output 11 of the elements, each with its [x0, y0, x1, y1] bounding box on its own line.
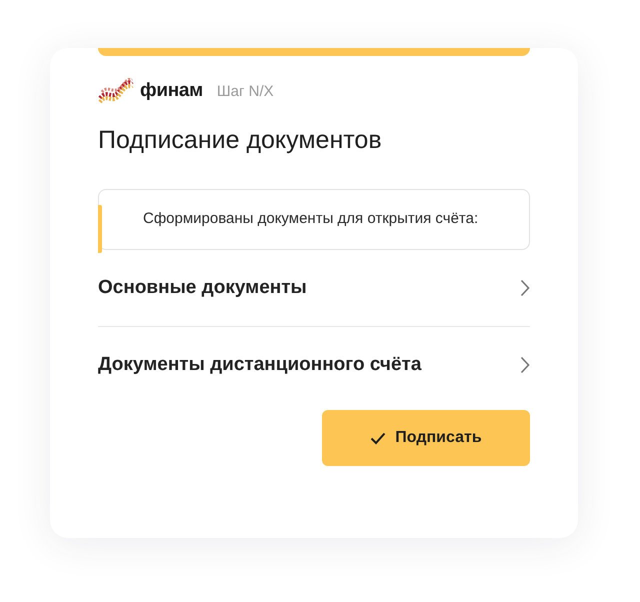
notice-text: Сформированы документы для открытия счёта:	[143, 210, 478, 227]
document-group-link[interactable]: Основные документы	[98, 277, 307, 299]
sign-button[interactable]: Подписать	[322, 410, 530, 466]
ribbon-logo-icon	[98, 78, 134, 104]
chevron-right-icon[interactable]	[520, 279, 530, 297]
brand-name: финам	[140, 80, 203, 102]
chevron-right-icon[interactable]	[520, 356, 530, 374]
document-group-link[interactable]: Документы дистанционного счёта	[98, 354, 422, 376]
step-counter: Шаг N/X	[216, 82, 274, 100]
page-title: Подписание документов	[98, 126, 383, 155]
checkmark-icon	[370, 432, 386, 444]
